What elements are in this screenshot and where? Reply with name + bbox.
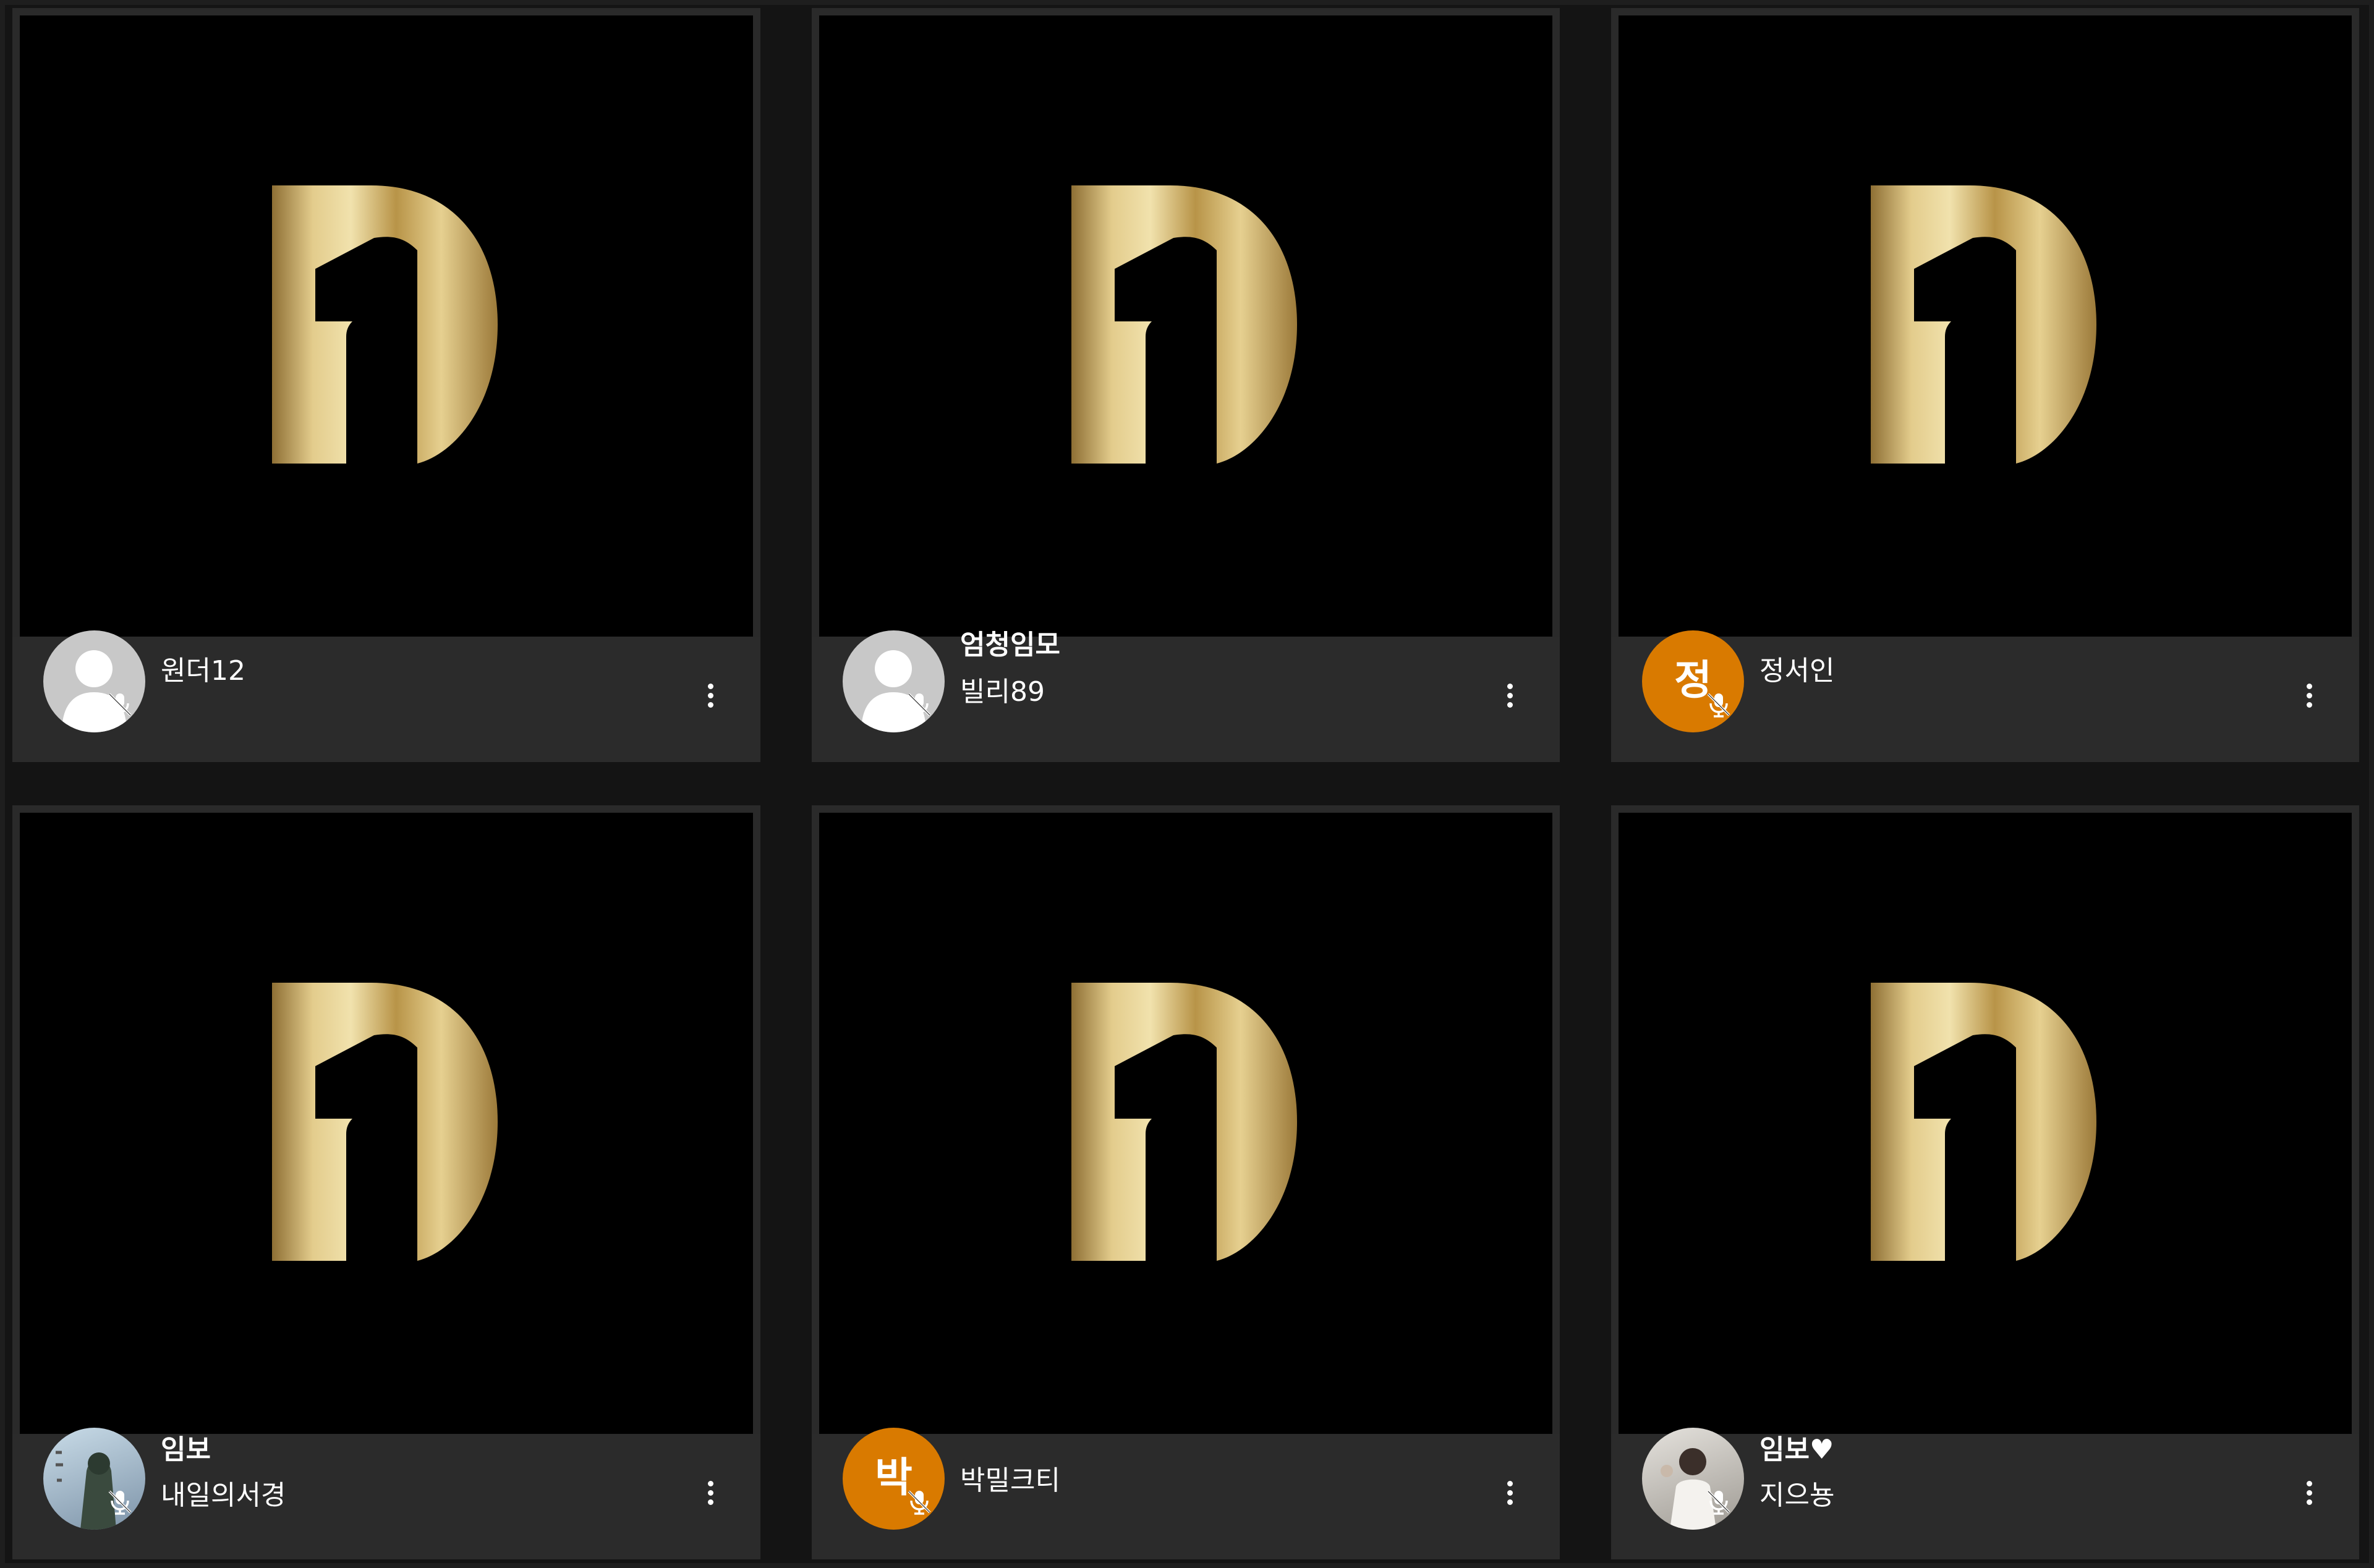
participant-name: 정서인 (1759, 655, 1835, 687)
participant-tile[interactable]: 임보♥ 지으뇽 (1611, 805, 2359, 1559)
video-feed (819, 813, 1552, 1434)
participant-nickname: 임보♥ (1759, 1434, 1834, 1465)
participant-tile[interactable]: 정 정서인 (1611, 8, 2359, 762)
participant-info-bar: 엄청임모 빌리89 (812, 629, 1560, 762)
participant-name: 원더12 (161, 655, 245, 687)
participant-info-bar: 박 박밀크티 (812, 1428, 1560, 1559)
participant-info-bar: 임보♥ 지으뇽 (1611, 1428, 2359, 1559)
participant-info-bar: 원더12 (12, 630, 760, 762)
more-options-button[interactable] (2300, 1477, 2318, 1529)
video-feed (20, 15, 753, 637)
participant-nickname: 임보 (161, 1434, 211, 1465)
more-options-button[interactable] (702, 1477, 719, 1529)
gold-d-logo-icon (269, 980, 504, 1264)
video-feed (819, 15, 1552, 637)
mic-muted-icon (105, 690, 135, 719)
video-feed (1619, 15, 2352, 637)
mic-muted-icon (904, 1487, 934, 1517)
mic-muted-icon (105, 1487, 135, 1517)
mic-muted-icon (1704, 690, 1734, 719)
more-options-button[interactable] (2300, 680, 2318, 732)
video-feed (20, 813, 753, 1434)
participant-nickname: 엄청임모 (960, 629, 1060, 661)
more-options-button[interactable] (702, 680, 719, 732)
mic-muted-icon (1704, 1487, 1734, 1517)
participant-name: 지으뇽 (1759, 1480, 1835, 1511)
participant-tile[interactable]: 엄청임모 빌리89 (812, 8, 1560, 762)
participant-tile[interactable]: 원더12 (12, 8, 760, 762)
participant-name: 내일의서경 (161, 1480, 286, 1511)
participant-tile[interactable]: 임보 내일의서경 (12, 805, 760, 1559)
gold-d-logo-icon (1068, 182, 1303, 467)
video-grid: 원더12 엄청임모 빌리89 정 정서인 임보 내일의서경 박 박밀크티 임보♥… (0, 0, 2374, 1568)
more-options-button[interactable] (1501, 1477, 1518, 1529)
participant-name: 박밀크티 (960, 1465, 1060, 1496)
gold-d-logo-icon (1868, 980, 2103, 1264)
more-options-button[interactable] (1501, 680, 1518, 732)
mic-muted-icon (904, 690, 934, 719)
participant-info-bar: 임보 내일의서경 (12, 1428, 760, 1559)
gold-d-logo-icon (269, 182, 504, 467)
participant-tile[interactable]: 박 박밀크티 (812, 805, 1560, 1559)
participant-info-bar: 정 정서인 (1611, 630, 2359, 762)
video-feed (1619, 813, 2352, 1434)
gold-d-logo-icon (1068, 980, 1303, 1264)
gold-d-logo-icon (1868, 182, 2103, 467)
participant-name: 빌리89 (960, 676, 1045, 708)
